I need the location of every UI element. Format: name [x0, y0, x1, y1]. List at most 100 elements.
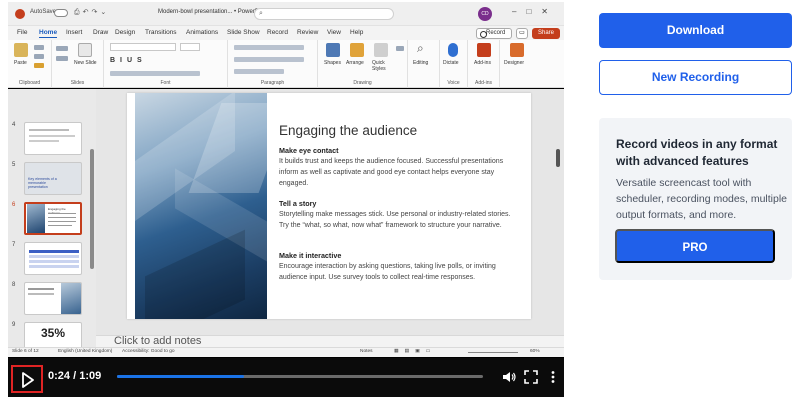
status-notes: Notes	[360, 349, 373, 354]
thumbnail-slide	[24, 242, 82, 275]
autosave-toggle	[54, 9, 68, 17]
quick-styles-icon	[374, 43, 388, 57]
menu-view: View	[327, 29, 341, 36]
status-language: English (United Kingdom)	[58, 349, 113, 354]
slide-heading-eye-contact: Make eye contact	[279, 146, 339, 155]
menu-review: Review	[297, 29, 319, 36]
thumbnail-slide-selected: Engaging the audience	[24, 202, 82, 235]
paste-icon	[14, 43, 28, 57]
thumbnail-number: 5	[12, 162, 16, 168]
arrange-icon	[350, 43, 364, 57]
pro-promo-card: Record videos in any format with advance…	[599, 118, 792, 280]
slide-body-interactive: Encourage interaction by asking question…	[279, 263, 496, 281]
search-icon: ⌕	[259, 10, 263, 17]
time-current: 0:24	[48, 370, 71, 382]
ppt-ribbon: Paste Clipboard New Slide Slides BIUS Fo…	[8, 40, 564, 88]
cut-icon	[34, 45, 44, 50]
spacing-icons	[234, 69, 284, 74]
thumbnail-number: 7	[12, 242, 16, 248]
group-label-slides: Slides	[70, 80, 85, 86]
addins-label: Add-ins	[474, 60, 491, 66]
designer-label: Designer	[504, 60, 525, 66]
font-family-dropdown	[110, 43, 176, 51]
notes-pane: Click to add notes	[96, 335, 564, 347]
arrange-label: Arrange	[346, 60, 364, 66]
slide-heading-story: Tell a story	[279, 199, 317, 208]
slide-title: Engaging the audience	[279, 123, 418, 138]
designer-icon	[510, 43, 524, 57]
page: AutoSave ⎙↶↷⌄ Modern-bowl presentation..…	[0, 0, 800, 400]
copy-icon	[34, 54, 44, 59]
align-icons	[234, 57, 304, 62]
play-icon	[22, 372, 34, 388]
document-title: Modern-bowl presentation... • PowerPoint	[158, 9, 269, 15]
thumbnail-caption: Key elements of a memorable presentation	[28, 177, 57, 189]
thumbnail-number: 6	[12, 202, 16, 208]
ppt-record-button: Record	[476, 28, 512, 39]
thumbnail-caption: 35%	[40, 326, 66, 340]
new-recording-button[interactable]: New Recording	[599, 60, 792, 95]
ribbon-group-voice: Dictate Voice	[440, 40, 468, 88]
slide-body-eye-contact: It builds trust and keeps the audience f…	[279, 158, 504, 187]
user-avatar: CD	[478, 7, 492, 21]
autosave-label: AutoSave	[30, 9, 57, 15]
group-label-voice: Voice	[447, 80, 460, 86]
seek-bar[interactable]	[117, 375, 483, 378]
thumbnail-slide	[24, 282, 82, 315]
menu-draw: Draw	[93, 29, 109, 36]
addins-icon	[477, 43, 491, 57]
more-options-icon[interactable]	[546, 370, 560, 384]
status-zoom: 60%	[530, 349, 540, 354]
time-separator: /	[70, 370, 80, 382]
menu-transitions: Transitions	[145, 29, 177, 36]
font-size-dropdown	[180, 43, 200, 51]
seek-bar-progress	[117, 375, 244, 378]
ribbon-group-addins: Add-ins Add-ins	[468, 40, 500, 88]
promo-title: Record videos in any format with advance…	[616, 137, 778, 168]
slide-heading-interactive: Make it interactive	[279, 251, 342, 260]
reset-icon	[56, 56, 68, 61]
editing-search-icon: ⌕	[417, 41, 424, 55]
paste-label: Paste	[14, 60, 27, 66]
shapes-label: Shapes	[324, 60, 341, 66]
pro-button[interactable]: PRO	[615, 229, 775, 263]
ribbon-group-font: BIUS Font	[104, 40, 228, 88]
group-label-addins: Add-ins	[475, 80, 492, 86]
playback-time: 0:24 / 1:09	[48, 370, 101, 382]
list-icons	[234, 45, 304, 50]
editor-scrollbar	[556, 149, 560, 167]
window-controls-icon: –□✕	[512, 7, 558, 16]
powerpoint-logo-icon	[15, 9, 25, 19]
slide-architecture-image	[135, 93, 267, 319]
ppt-search-box: ⌕	[254, 8, 394, 20]
ppt-titlebar: AutoSave ⎙↶↷⌄ Modern-bowl presentation..…	[8, 2, 564, 26]
ribbon-group-drawing: Shapes Arrange Quick Styles Drawing	[318, 40, 408, 88]
format-painter-icon	[34, 63, 44, 68]
video-player[interactable]: AutoSave ⎙↶↷⌄ Modern-bowl presentation..…	[8, 2, 564, 397]
menu-insert: Insert	[66, 29, 83, 36]
new-slide-label: New Slide	[74, 60, 97, 66]
thumbnail-number: 4	[12, 122, 16, 128]
play-button[interactable]	[11, 365, 43, 393]
status-accessibility: Accessibility: Good to go	[122, 349, 175, 354]
volume-icon[interactable]	[502, 370, 516, 384]
quick-access-icons: ⎙↶↷⌄	[74, 9, 110, 16]
fullscreen-icon[interactable]	[524, 370, 538, 384]
notes-placeholder: Click to add notes	[114, 335, 202, 347]
time-total: 1:09	[79, 370, 102, 382]
slide-editor: Engaging the audience Make eye contact I…	[96, 89, 564, 335]
group-label-drawing: Drawing	[353, 80, 372, 86]
ribbon-group-clipboard: Paste Clipboard	[8, 40, 52, 88]
slide-thumbnails-pane: 4 5 Key elements of a memorable presenta…	[8, 89, 96, 355]
thumbnail-number: 9	[12, 322, 16, 328]
download-button[interactable]: Download	[599, 13, 792, 48]
thumbnail-slide	[24, 122, 82, 155]
slide-body-story: Storytelling make messages stick. Use pe…	[279, 211, 511, 229]
menu-file: File	[17, 29, 28, 36]
current-slide: Engaging the audience Make eye contact I…	[127, 93, 531, 319]
comment-icon: ▭	[516, 28, 528, 39]
microphone-icon	[448, 43, 458, 57]
menu-animations: Animations	[186, 29, 219, 36]
shape-fill-icon	[396, 46, 404, 51]
ppt-share-button: Share	[532, 28, 560, 39]
